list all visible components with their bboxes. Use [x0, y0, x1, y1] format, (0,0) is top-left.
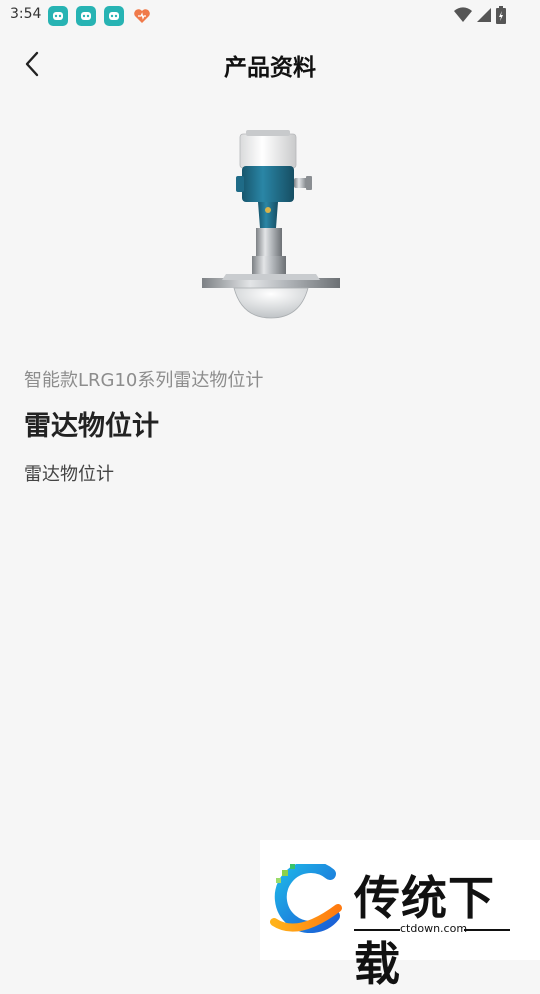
ctdown-logo — [270, 864, 342, 934]
status-time: 3:54 — [10, 6, 42, 22]
divider — [464, 929, 510, 931]
app-icon — [76, 6, 96, 26]
radar-level-meter-image — [202, 130, 340, 319]
product-name: 雷达物位计 — [24, 411, 159, 442]
signal-icon — [477, 8, 491, 22]
notification-icons — [48, 6, 152, 26]
wifi-icon — [454, 7, 472, 23]
watermark-url: ctdown.com — [400, 922, 468, 935]
status-bar: 3:54 — [0, 0, 540, 32]
battery-charging-icon — [496, 6, 506, 24]
heart-app-icon — [132, 6, 152, 26]
app-header: 产品资料 — [0, 36, 540, 92]
product-description: 雷达物位计 — [24, 464, 114, 485]
app-icon — [48, 6, 68, 26]
product-series-label: 智能款LRG10系列雷达物位计 — [24, 370, 264, 391]
watermark: 传统下载 ctdown.com — [260, 840, 540, 991]
divider — [354, 929, 400, 931]
page-title: 产品资料 — [224, 55, 316, 81]
app-icon — [104, 6, 124, 26]
system-icons — [454, 6, 506, 24]
